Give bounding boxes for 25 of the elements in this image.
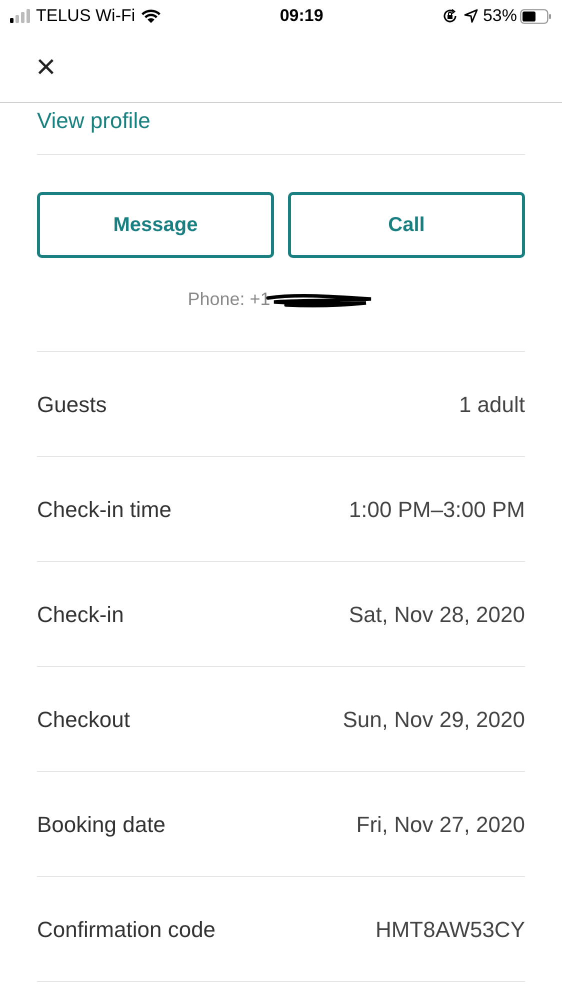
action-button[interactable]: Call xyxy=(288,192,525,258)
location-arrow-icon xyxy=(464,9,478,23)
detail-value: Fri, Nov 27, 2020 xyxy=(356,810,525,838)
rotation-lock-icon xyxy=(442,8,458,24)
detail-label: Confirmation code xyxy=(37,916,216,944)
action-button[interactable]: Message xyxy=(37,192,274,258)
signal-icon xyxy=(10,9,32,23)
detail-label: Guests xyxy=(37,390,107,418)
detail-label: Booking date xyxy=(37,810,166,839)
detail-label: Check-in xyxy=(37,600,124,628)
detail-value: Sat, Nov 28, 2020 xyxy=(348,600,525,628)
detail-label: Check-in time xyxy=(37,496,172,524)
wifi-icon xyxy=(141,9,162,23)
battery-percentage: 53% xyxy=(482,5,517,28)
clock-time: 09:19 xyxy=(280,5,324,28)
view-profile-link[interactable]: View profile xyxy=(37,107,150,134)
close-button[interactable]: × xyxy=(36,50,56,84)
battery-icon xyxy=(520,8,552,24)
detail-value: 1:00 PM–3:00 PM xyxy=(348,496,525,524)
detail-value: 1 adult xyxy=(458,390,525,418)
detail-value: Sun, Nov 29, 2020 xyxy=(342,706,525,734)
carrier-name: TELUS Wi-Fi xyxy=(36,5,136,28)
detail-label: Checkout xyxy=(37,706,130,734)
phone-number: Phone: +1 xyxy=(188,288,270,311)
detail-value: HMT8AW53CY xyxy=(375,916,525,944)
